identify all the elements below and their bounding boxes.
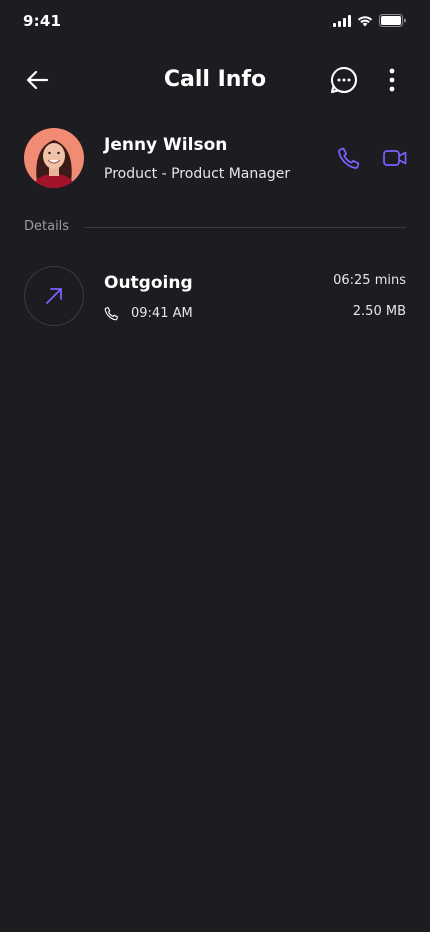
chat-bubble-icon: [331, 67, 357, 94]
video-call-button[interactable]: [382, 146, 408, 170]
contact-name: Jenny Wilson: [104, 135, 228, 155]
divider: [84, 227, 406, 228]
status-bar: 9:41: [0, 0, 430, 44]
avatar: [24, 128, 84, 188]
details-section-header: Details: [24, 218, 406, 238]
battery-icon: [379, 14, 406, 27]
message-button[interactable]: [329, 65, 359, 95]
avatar-image: [24, 128, 84, 188]
status-time: 9:41: [23, 12, 62, 30]
phone-icon: [338, 147, 360, 169]
voice-call-button[interactable]: [337, 146, 361, 170]
contact-header: Jenny Wilson Product - Product Manager: [0, 128, 430, 188]
call-direction-badge: [24, 266, 84, 326]
header: Call Info: [0, 58, 430, 102]
call-time: 09:41 AM: [131, 306, 193, 321]
arrow-up-right-icon: [46, 288, 62, 304]
wifi-icon: [357, 15, 373, 26]
call-time-row: 09:41 AM: [104, 306, 193, 321]
cellular-signal-icon: [333, 14, 351, 27]
more-vertical-icon: [389, 68, 395, 92]
details-label: Details: [24, 219, 70, 234]
contact-role: Product - Product Manager: [104, 166, 291, 182]
video-camera-icon: [383, 150, 407, 166]
status-icons: [333, 14, 406, 27]
call-type: Outgoing: [104, 273, 193, 293]
call-data-size: 2.50 MB: [352, 304, 406, 319]
more-options-button[interactable]: [380, 65, 404, 95]
call-log-item[interactable]: Outgoing 09:41 AM 06:25 mins 2.50 MB: [24, 266, 406, 326]
phone-icon: [104, 307, 118, 321]
call-duration: 06:25 mins: [333, 273, 406, 288]
page-title: Call Info: [163, 67, 267, 92]
